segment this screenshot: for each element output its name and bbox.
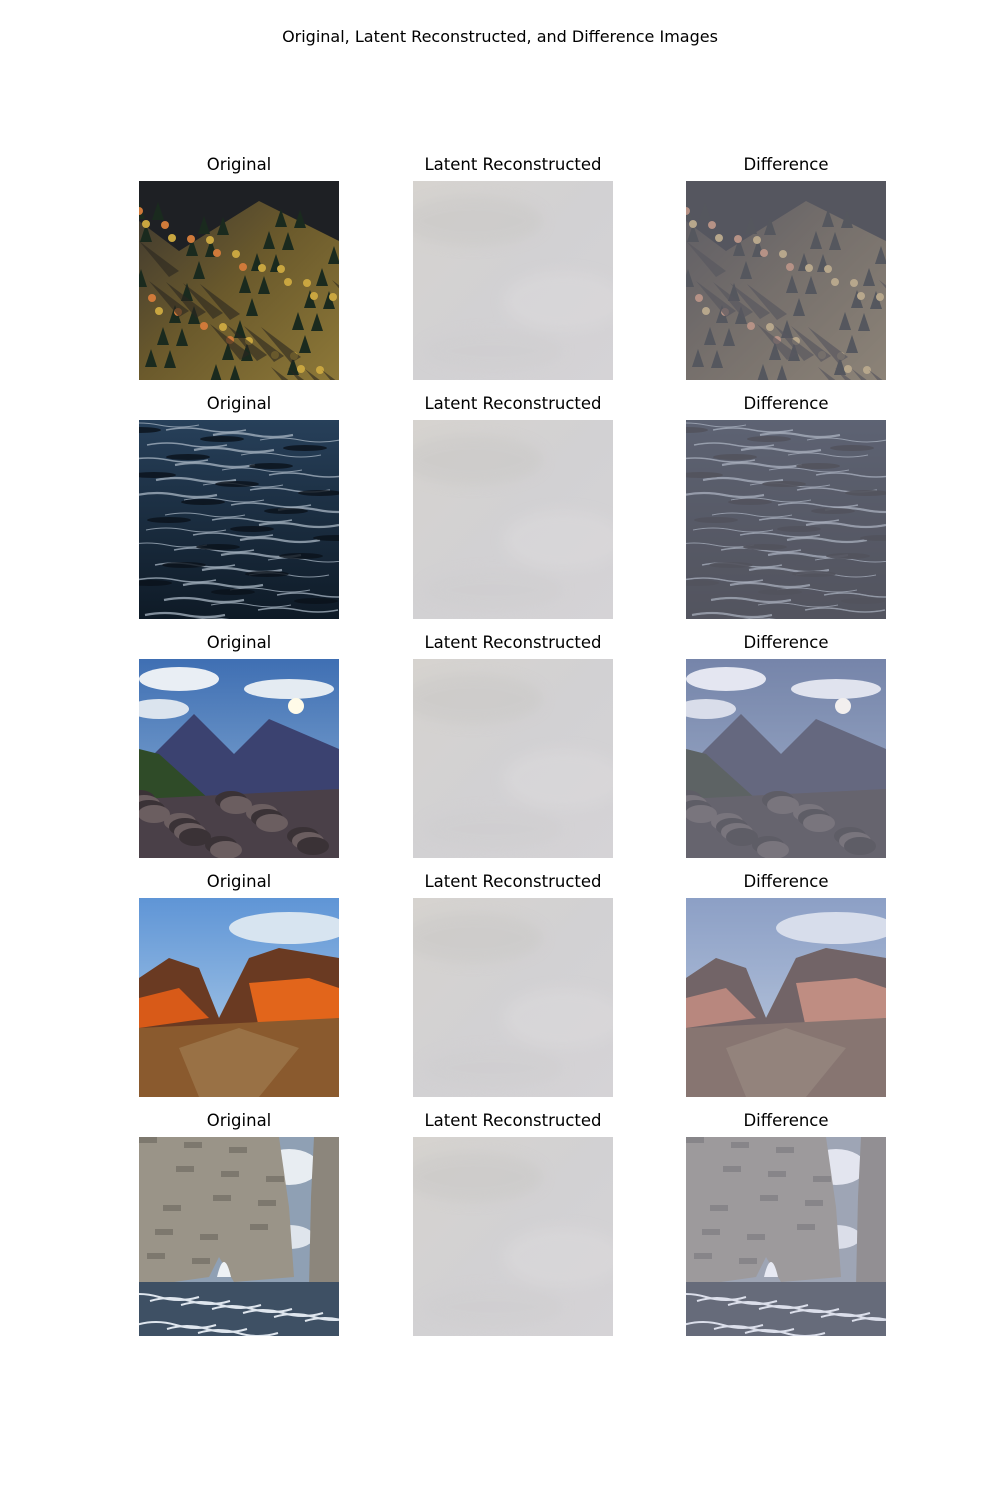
difference-image [686,659,886,858]
image-row: Original Latent Reconstructed Difference [0,633,1000,863]
original-title: Original [206,872,272,891]
difference-title: Difference [743,872,829,891]
reconstructed-title: Latent Reconstructed [424,872,602,891]
difference-title: Difference [743,394,829,413]
reconstructed-title: Latent Reconstructed [424,1111,602,1130]
reconstructed-image [413,181,613,380]
reconstructed-title: Latent Reconstructed [424,394,602,413]
reconstructed-image [413,1137,613,1336]
reconstructed-title: Latent Reconstructed [424,633,602,652]
original-image [139,898,339,1097]
image-row: Original Latent Reconstructed Difference [0,872,1000,1102]
image-row: Original Latent Reconstructed Difference [0,394,1000,624]
original-image [139,659,339,858]
difference-title: Difference [743,633,829,652]
reconstructed-image [413,659,613,858]
difference-image [686,1137,886,1336]
difference-image [686,420,886,619]
difference-title: Difference [743,155,829,174]
image-row: Original Latent Reconstructed Difference [0,155,1000,385]
difference-image [686,898,886,1097]
original-image [139,1137,339,1336]
original-title: Original [206,394,272,413]
reconstructed-image [413,898,613,1097]
original-title: Original [206,1111,272,1130]
figure-title: Original, Latent Reconstructed, and Diff… [282,27,718,46]
original-title: Original [206,633,272,652]
difference-title: Difference [743,1111,829,1130]
original-title: Original [206,155,272,174]
original-image [139,181,339,380]
difference-image [686,181,886,380]
original-image [139,420,339,619]
reconstructed-image [413,420,613,619]
image-row: Original Latent Reconstructed Difference [0,1111,1000,1341]
reconstructed-title: Latent Reconstructed [424,155,602,174]
